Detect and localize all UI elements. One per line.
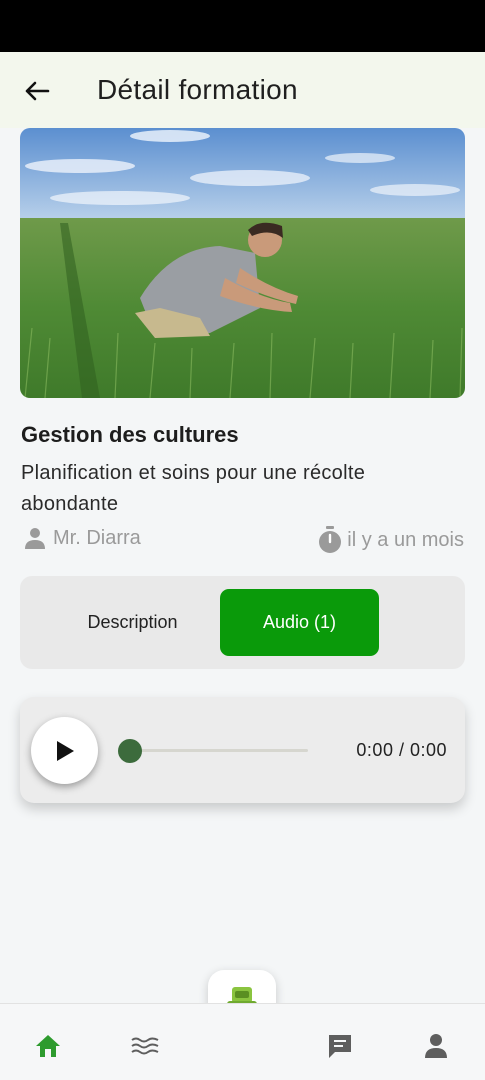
timer-icon — [319, 526, 342, 553]
author-name: Mr. Diarra — [53, 526, 141, 549]
waves-icon — [131, 1037, 159, 1055]
tab-audio[interactable]: Audio (1) — [220, 589, 379, 656]
progress-thumb[interactable] — [118, 739, 142, 763]
audio-player: 0:00 / 0:00 — [20, 697, 465, 803]
person-icon — [425, 1034, 447, 1058]
posted-meta: il y a un mois — [317, 526, 464, 554]
play-icon — [56, 740, 74, 761]
chat-icon — [329, 1035, 351, 1058]
arrow-left-icon — [25, 81, 50, 101]
nav-profile[interactable] — [416, 1026, 456, 1066]
person-icon — [25, 528, 45, 549]
page-title: Détail formation — [97, 74, 298, 105]
time-readout: 0:00 / 0:00 — [356, 740, 447, 760]
course-title: Gestion des cultures — [21, 422, 239, 447]
tab-description[interactable]: Description — [53, 589, 212, 656]
author-meta: Mr. Diarra — [23, 526, 141, 550]
course-subtitle: Planification et soins pour une récolte … — [21, 462, 366, 515]
play-button[interactable] — [31, 717, 98, 784]
nav-chat[interactable] — [320, 1026, 360, 1066]
bottom-nav — [0, 1003, 485, 1080]
posted-time: il y a un mois — [347, 528, 464, 551]
content-tabs: Description Audio (1) — [20, 576, 465, 669]
nav-feed[interactable] — [125, 1026, 165, 1066]
app-bar: Détail formation — [0, 52, 485, 128]
field-photo — [20, 128, 465, 398]
back-button[interactable] — [20, 74, 54, 108]
nav-home[interactable] — [28, 1026, 68, 1066]
status-bar — [0, 0, 485, 52]
home-icon — [36, 1035, 60, 1057]
progress-track[interactable] — [130, 749, 308, 752]
course-image — [20, 128, 465, 398]
